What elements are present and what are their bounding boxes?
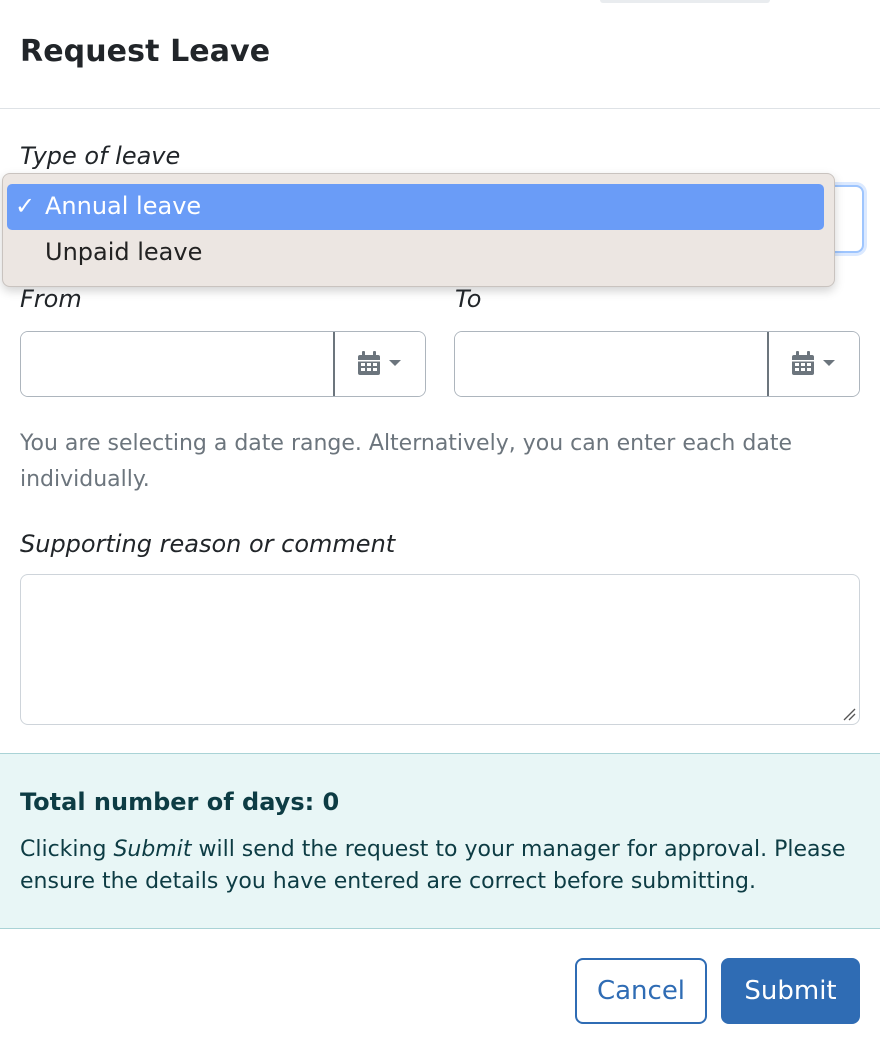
to-label: To xyxy=(455,285,482,313)
leave-type-dropdown-menu: ✓ Annual leave Unpaid leave xyxy=(2,173,835,287)
option-unpaid-leave[interactable]: Unpaid leave xyxy=(7,230,824,276)
total-days: Total number of days: 0 xyxy=(20,788,340,816)
modal-title: Request Leave xyxy=(20,34,271,69)
date-range-help-text: You are selecting a date range. Alternat… xyxy=(20,431,792,492)
check-icon: ✓ xyxy=(15,192,36,220)
comment-textarea[interactable] xyxy=(20,574,860,725)
submit-note-emphasis: Submit xyxy=(113,837,192,862)
cancel-button[interactable]: Cancel xyxy=(575,958,707,1024)
to-date-input[interactable] xyxy=(455,332,767,396)
submit-note: Clicking Submit will send the request to… xyxy=(20,834,870,898)
calendar-icon xyxy=(358,351,401,375)
summary-panel: Total number of days: 0 Clicking Submit … xyxy=(0,753,880,929)
option-label: Unpaid leave xyxy=(45,238,203,266)
from-calendar-button[interactable] xyxy=(333,332,425,396)
to-date-group xyxy=(454,331,860,397)
leave-type-label: Type of leave xyxy=(20,142,181,170)
option-annual-leave[interactable]: ✓ Annual leave xyxy=(7,184,824,230)
from-label: From xyxy=(20,285,82,313)
submit-note-prefix: Clicking xyxy=(20,837,114,862)
to-calendar-button[interactable] xyxy=(767,332,859,396)
from-date-input[interactable] xyxy=(21,332,333,396)
from-date-group xyxy=(20,331,426,397)
resize-grip-icon[interactable] xyxy=(842,707,856,721)
request-leave-modal: Request Leave Type of leave ✓ Annual lea… xyxy=(0,0,880,1040)
calendar-icon xyxy=(792,351,835,375)
modal-header: Request Leave xyxy=(0,0,880,109)
option-label: Annual leave xyxy=(45,192,202,220)
submit-button[interactable]: Submit xyxy=(721,958,860,1024)
comment-label: Supporting reason or comment xyxy=(20,530,396,558)
